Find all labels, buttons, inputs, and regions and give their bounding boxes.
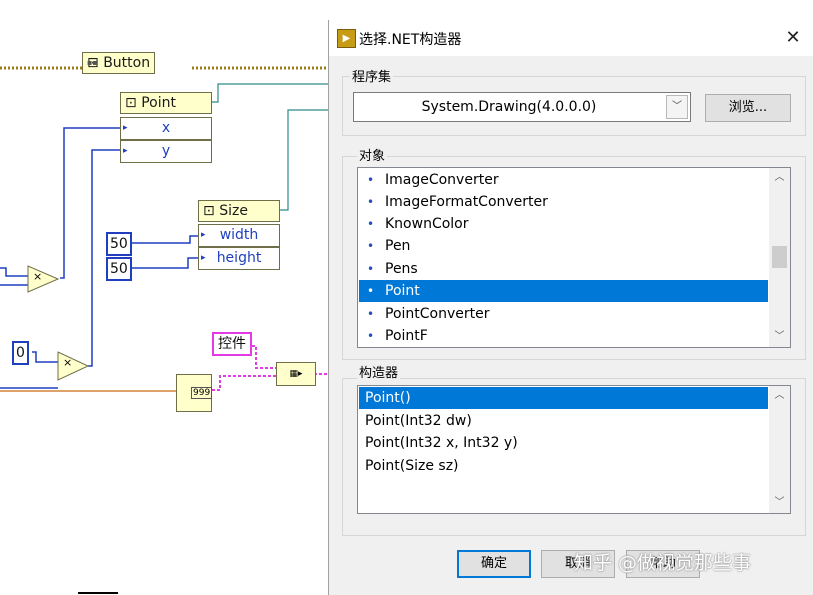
bullet-icon: • [367, 195, 375, 209]
list-item[interactable]: • PointF [359, 325, 768, 347]
multiply-symbol: × [63, 356, 73, 369]
blue-wire [0, 267, 28, 277]
teal-wire [280, 109, 328, 211]
dialog-title: 选择.NET构造器 [359, 32, 462, 48]
scroll-thumb[interactable] [772, 246, 787, 268]
pink-wire [252, 345, 276, 369]
chevron-up-icon[interactable]: ︿ [769, 168, 790, 188]
list-item[interactable]: • PointConverter [359, 303, 768, 325]
bullet-icon: • [367, 307, 375, 321]
ok-button[interactable]: 确定 [457, 550, 531, 578]
constructors-list[interactable]: Point() Point(Int32 dw) Point(Int32 x, I… [357, 385, 791, 514]
multiply-symbol: × [33, 270, 43, 283]
net-object-icon: ⊡ [203, 203, 215, 219]
bullet-icon: • [367, 329, 375, 343]
chevron-up-icon[interactable]: ︿ [769, 386, 790, 406]
button-node-label: Button [103, 55, 151, 71]
size-node[interactable]: ⊡ Size [198, 200, 280, 222]
index-array-node[interactable]: 999 [176, 374, 213, 412]
chevron-down-icon[interactable]: ﹀ [769, 493, 790, 513]
point-node[interactable]: ⊡ Point [120, 92, 212, 114]
size-prop-width[interactable]: width [198, 224, 280, 247]
constant-width[interactable]: 50 [106, 232, 132, 256]
objects-scrollbar[interactable]: ︿ ﹀ [769, 168, 790, 347]
objects-list[interactable]: • ImageConverter • ImageFormatConverter • K… [357, 167, 791, 348]
teal-wire [212, 83, 328, 103]
chevron-down-icon[interactable]: ﹀ [769, 327, 790, 347]
constructors-label: 构造器 [357, 366, 401, 382]
node-ref-icon: ▪▪ [87, 58, 98, 67]
list-item[interactable]: • ImageFormatConverter [359, 191, 768, 213]
bullet-icon: • [367, 239, 375, 253]
bullet-icon: • [367, 262, 375, 276]
close-button[interactable]: ✕ [779, 24, 807, 52]
list-item[interactable]: • Pen [359, 235, 768, 257]
index-label: 999 [191, 387, 213, 399]
point-prop-y[interactable]: y [120, 140, 212, 163]
constant-height[interactable]: 50 [106, 257, 132, 281]
assembly-value: System.Drawing(4.0.0.0) [421, 99, 597, 115]
bullet-icon: • [367, 217, 375, 231]
objects-label: 对象 [357, 149, 388, 165]
net-constructor-dialog: ▶ 选择.NET构造器 ✕ 程序集 System.Drawing(4.0.0.0… [328, 20, 813, 595]
bullet-icon: • [367, 173, 375, 187]
blue-wire [132, 257, 198, 269]
list-item[interactable]: Point(Int32 dw) [359, 410, 768, 432]
labview-icon: ▶ [337, 29, 356, 48]
list-item[interactable]: Point(Int32 x, Int32 y) [359, 432, 768, 454]
blue-wire [132, 235, 198, 244]
property-node-icon[interactable]: ▦▸ [276, 362, 316, 386]
block-diagram: ▪▪ ⊡ Button ⊡ Point x y ⊡ Size width hei… [0, 0, 328, 595]
control-refnum[interactable]: 控件 [212, 332, 252, 356]
constant-zero[interactable]: 0 [12, 341, 29, 365]
title-bar: ▶ 选择.NET构造器 ✕ [329, 20, 813, 56]
list-item[interactable]: • ImageConverter [359, 169, 768, 191]
wire-layer [0, 66, 328, 594]
size-node-label: Size [219, 203, 248, 219]
assembly-label: 程序集 [350, 70, 394, 86]
assembly-select[interactable]: System.Drawing(4.0.0.0) ﹀ [353, 92, 691, 122]
constructors-scrollbar[interactable]: ︿ ﹀ [769, 386, 790, 513]
list-item-selected[interactable]: • Point [359, 280, 768, 302]
net-object-icon: ⊡ [125, 95, 137, 111]
watermark: 知乎 @做视觉那些事 [574, 552, 752, 574]
blue-wire [32, 351, 58, 363]
list-item[interactable]: • Pens [359, 258, 768, 280]
list-item[interactable]: Point(Size sz) [359, 455, 768, 477]
point-node-label: Point [141, 95, 176, 111]
pink-wire [212, 375, 276, 391]
point-prop-x[interactable]: x [120, 117, 212, 140]
button-node[interactable]: ▪▪ ⊡ Button [82, 52, 156, 74]
list-item-selected[interactable]: Point() [359, 387, 768, 409]
chevron-down-icon[interactable]: ﹀ [666, 95, 688, 119]
list-item[interactable]: • KnownColor [359, 213, 768, 235]
size-prop-height[interactable]: height [198, 247, 280, 270]
browse-button[interactable]: 浏览... [705, 94, 791, 122]
bullet-icon: • [367, 284, 375, 298]
